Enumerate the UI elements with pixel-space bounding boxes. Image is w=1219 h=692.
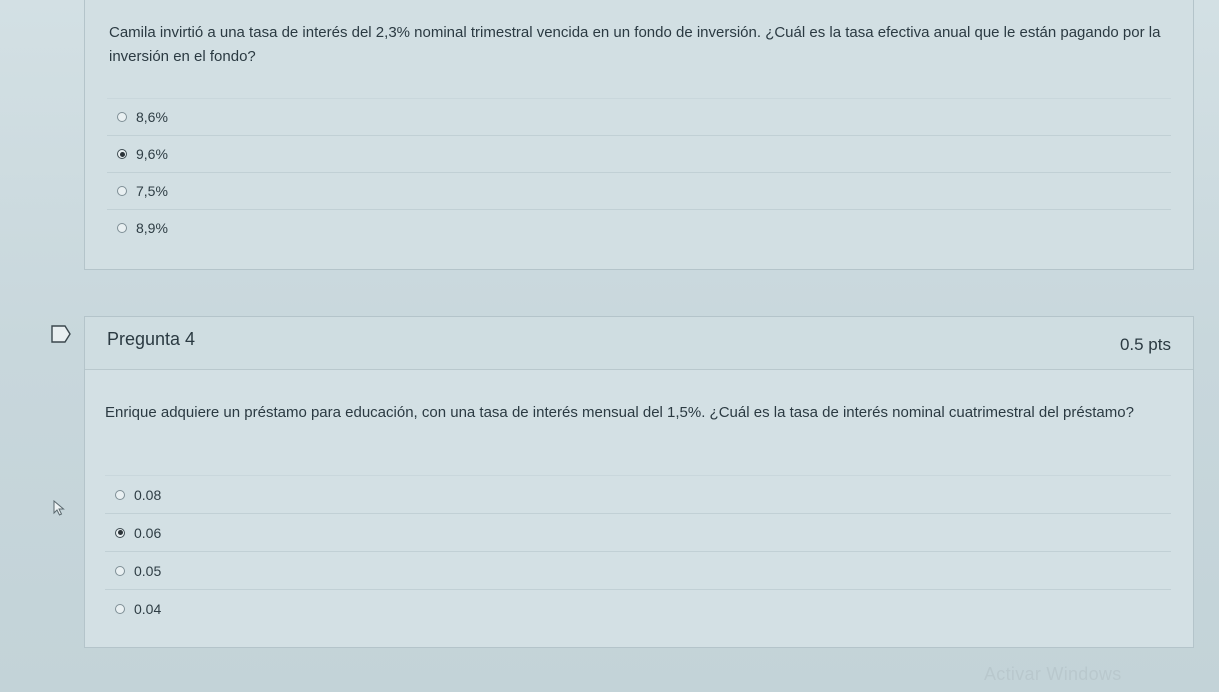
option-label: 9,6% bbox=[136, 146, 168, 162]
radio-button-selected[interactable] bbox=[115, 527, 125, 538]
question-4-option-1[interactable]: 0.08 bbox=[105, 475, 1171, 513]
radio-button[interactable] bbox=[115, 489, 125, 500]
option-label: 0.08 bbox=[134, 486, 162, 503]
option-label: 0.06 bbox=[134, 524, 162, 541]
question-4-answers: 0.08 0.06 0.05 0.04 bbox=[105, 475, 1171, 627]
question-3-option-3[interactable]: 7,5% bbox=[107, 172, 1171, 209]
question-3-card: Camila invirtió a una tasa de interés de… bbox=[84, 0, 1194, 270]
radio-button-selected[interactable] bbox=[117, 149, 127, 159]
option-label: 8,9% bbox=[136, 220, 168, 236]
question-4-option-2[interactable]: 0.06 bbox=[105, 513, 1171, 551]
quiz-page: Camila invirtió a una tasa de interés de… bbox=[0, 0, 1219, 692]
question-4-header: Pregunta 4 0.5 pts bbox=[85, 317, 1193, 370]
option-label: 0.04 bbox=[134, 600, 162, 617]
radio-button[interactable] bbox=[117, 223, 127, 233]
question-3-option-4[interactable]: 8,9% bbox=[107, 209, 1171, 246]
mouse-pointer-icon bbox=[53, 500, 65, 516]
radio-button[interactable] bbox=[115, 565, 125, 576]
question-3-option-1[interactable]: 8,6% bbox=[107, 98, 1171, 135]
flag-icon[interactable] bbox=[50, 325, 72, 343]
question-4-option-4[interactable]: 0.04 bbox=[105, 589, 1171, 627]
option-label: 8,6% bbox=[136, 109, 168, 125]
question-title: Pregunta 4 bbox=[107, 329, 196, 349]
question-4-text: Enrique adquiere un préstamo para educac… bbox=[105, 404, 1134, 421]
question-points: 0.5 pts bbox=[1119, 335, 1171, 354]
option-label: 0.05 bbox=[134, 562, 162, 579]
question-4-card: Pregunta 4 0.5 pts Enrique adquiere un p… bbox=[84, 316, 1194, 648]
option-label: 7,5% bbox=[136, 183, 168, 199]
windows-activation-watermark: Activar Windows bbox=[984, 664, 1122, 684]
question-3-answers: 8,6% 9,6% 7,5% 8,9% bbox=[107, 98, 1171, 246]
radio-button[interactable] bbox=[117, 112, 127, 122]
question-4-option-3[interactable]: 0.05 bbox=[105, 551, 1171, 589]
radio-button[interactable] bbox=[117, 186, 127, 196]
radio-button[interactable] bbox=[115, 603, 125, 614]
question-3-text: Camila invirtió a una tasa de interés de… bbox=[109, 24, 1161, 65]
question-3-option-2[interactable]: 9,6% bbox=[107, 135, 1171, 172]
